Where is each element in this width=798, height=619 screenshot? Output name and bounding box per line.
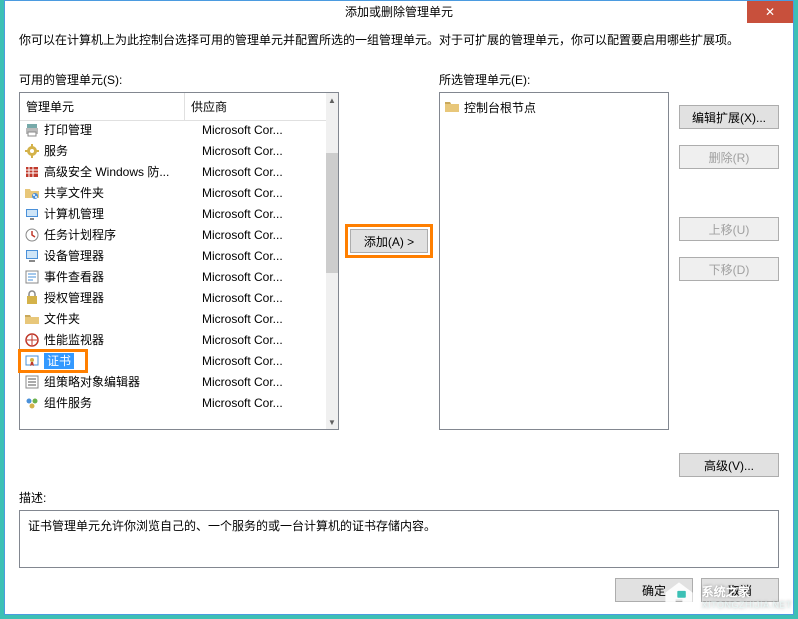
list-item[interactable]: 共享文件夹Microsoft Cor... [20, 182, 326, 203]
item-vendor: Microsoft Cor... [202, 144, 326, 158]
side-buttons-column: 编辑扩展(X)... 删除(R) 上移(U) 下移(D) 高级(V)... [679, 71, 779, 477]
folder-icon [24, 311, 40, 327]
selected-listbox[interactable]: 控制台根节点 [439, 92, 669, 430]
ok-button[interactable]: 确定 [615, 578, 693, 602]
item-vendor: Microsoft Cor... [202, 375, 326, 389]
item-vendor: Microsoft Cor... [202, 333, 326, 347]
device-mgr-icon [24, 248, 40, 264]
window-title: 添加或删除管理单元 [345, 3, 453, 20]
description-label: 描述: [19, 489, 779, 506]
item-name: 设备管理器 [44, 247, 202, 264]
header-snapin[interactable]: 管理单元 [20, 93, 185, 120]
move-up-button: 上移(U) [679, 217, 779, 241]
item-vendor: Microsoft Cor... [202, 291, 326, 305]
list-item[interactable]: 服务Microsoft Cor... [20, 140, 326, 161]
list-item[interactable]: 文件夹Microsoft Cor... [20, 308, 326, 329]
firewall-icon [24, 164, 40, 180]
console-root-row[interactable]: 控制台根节点 [444, 97, 664, 117]
item-name: 文件夹 [44, 310, 202, 327]
item-name: 计算机管理 [44, 205, 202, 222]
authz-icon [24, 290, 40, 306]
item-vendor: Microsoft Cor... [202, 396, 326, 410]
dialog-content: 你可以在计算机上为此控制台选择可用的管理单元并配置所选的一组管理单元。对于可扩展… [5, 21, 793, 614]
description-box: 证书管理单元允许你浏览自己的、一个服务的或一台计算机的证书存储内容。 [19, 510, 779, 568]
list-item[interactable]: 证书Microsoft Cor... [20, 350, 326, 371]
services-icon [24, 143, 40, 159]
selected-label: 所选管理单元(E): [439, 71, 669, 88]
list-item[interactable]: 授权管理器Microsoft Cor... [20, 287, 326, 308]
item-name: 组策略对象编辑器 [44, 373, 202, 390]
close-icon: ✕ [765, 5, 775, 19]
selected-column: 所选管理单元(E): 控制台根节点 [439, 71, 669, 430]
item-vendor: Microsoft Cor... [202, 165, 326, 179]
dialog-window: 添加或删除管理单元 ✕ 你可以在计算机上为此控制台选择可用的管理单元并配置所选的… [4, 0, 794, 615]
computer-mgmt-icon [24, 206, 40, 222]
available-label: 可用的管理单元(S): [19, 71, 339, 88]
item-vendor: Microsoft Cor... [202, 249, 326, 263]
bottom-buttons: 确定 取消 [19, 578, 779, 602]
available-column: 可用的管理单元(S): 管理单元 供应商 打印管理Microsoft Cor..… [19, 71, 339, 430]
task-scheduler-icon [24, 227, 40, 243]
remove-button: 删除(R) [679, 145, 779, 169]
edit-extensions-button[interactable]: 编辑扩展(X)... [679, 105, 779, 129]
perfmon-icon [24, 332, 40, 348]
list-header: 管理单元 供应商 [20, 93, 338, 121]
item-vendor: Microsoft Cor... [202, 207, 326, 221]
item-name: 打印管理 [44, 121, 202, 138]
item-vendor: Microsoft Cor... [202, 312, 326, 326]
item-vendor: Microsoft Cor... [202, 228, 326, 242]
item-name: 性能监视器 [44, 331, 202, 348]
item-name: 共享文件夹 [44, 184, 202, 201]
add-button[interactable]: 添加(A) > [350, 229, 428, 253]
item-name: 服务 [44, 142, 202, 159]
list-item[interactable]: 设备管理器Microsoft Cor... [20, 245, 326, 266]
middle-column: 添加(A) > [349, 71, 429, 411]
item-name: 证书 [44, 352, 202, 369]
event-viewer-icon [24, 269, 40, 285]
list-item[interactable]: 计算机管理Microsoft Cor... [20, 203, 326, 224]
item-vendor: Microsoft Cor... [202, 354, 326, 368]
folder-icon [444, 99, 460, 115]
scroll-down[interactable]: ▼ [326, 415, 338, 429]
component-icon [24, 395, 40, 411]
shared-folder-icon [24, 185, 40, 201]
console-root-label: 控制台根节点 [464, 99, 536, 116]
move-down-button: 下移(D) [679, 257, 779, 281]
list-item[interactable]: 组策略对象编辑器Microsoft Cor... [20, 371, 326, 392]
close-button[interactable]: ✕ [747, 1, 793, 23]
title-bar: 添加或删除管理单元 ✕ [5, 1, 793, 21]
item-vendor: Microsoft Cor... [202, 270, 326, 284]
list-item[interactable]: 打印管理Microsoft Cor... [20, 119, 326, 140]
header-vendor[interactable]: 供应商 [185, 93, 338, 120]
printer-icon [24, 122, 40, 138]
list-item[interactable]: 高级安全 Windows 防...Microsoft Cor... [20, 161, 326, 182]
scroll-thumb[interactable] [326, 153, 338, 273]
advanced-button[interactable]: 高级(V)... [679, 453, 779, 477]
list-item[interactable]: 任务计划程序Microsoft Cor... [20, 224, 326, 245]
columns: 可用的管理单元(S): 管理单元 供应商 打印管理Microsoft Cor..… [19, 71, 779, 477]
item-name: 任务计划程序 [44, 226, 202, 243]
item-name: 高级安全 Windows 防... [44, 163, 202, 180]
list-item[interactable]: 组件服务Microsoft Cor... [20, 392, 326, 413]
scroll-up[interactable]: ▲ [326, 93, 338, 107]
item-vendor: Microsoft Cor... [202, 186, 326, 200]
cancel-button[interactable]: 取消 [701, 578, 779, 602]
description-area: 描述: 证书管理单元允许你浏览自己的、一个服务的或一台计算机的证书存储内容。 [19, 489, 779, 568]
available-listbox[interactable]: 管理单元 供应商 打印管理Microsoft Cor...服务Microsoft… [19, 92, 339, 430]
intro-text: 你可以在计算机上为此控制台选择可用的管理单元并配置所选的一组管理单元。对于可扩展… [19, 31, 779, 49]
item-name: 事件查看器 [44, 268, 202, 285]
certificate-icon [24, 353, 40, 369]
list-item[interactable]: 事件查看器Microsoft Cor... [20, 266, 326, 287]
gpo-icon [24, 374, 40, 390]
scrollbar[interactable]: ▲ ▼ [326, 93, 338, 429]
item-name: 授权管理器 [44, 289, 202, 306]
item-name: 组件服务 [44, 394, 202, 411]
description-text: 证书管理单元允许你浏览自己的、一个服务的或一台计算机的证书存储内容。 [28, 519, 436, 533]
list-item[interactable]: 性能监视器Microsoft Cor... [20, 329, 326, 350]
item-vendor: Microsoft Cor... [202, 123, 326, 137]
